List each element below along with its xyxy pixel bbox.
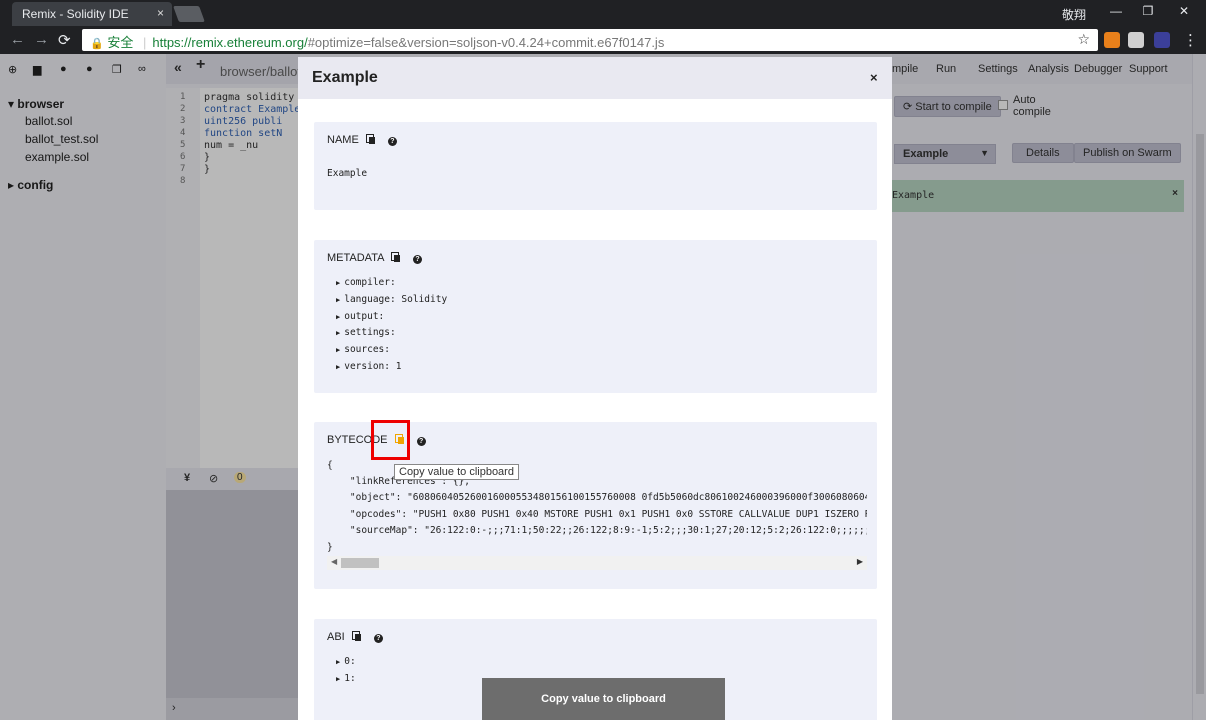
caret-right-icon: ▶	[336, 279, 341, 287]
help-icon[interactable]: ?	[416, 437, 426, 446]
json-brace-close: }	[327, 542, 333, 553]
caret-right-icon: ▶	[336, 329, 341, 337]
metadata-tree-item[interactable]: ▶ language: Solidity	[336, 294, 447, 305]
secure-label: 安全	[107, 35, 134, 50]
caret-right-icon: ▶	[336, 675, 341, 683]
address-bar[interactable]: 🔒 安全 | https://remix.ethereum.org/#optimi…	[82, 29, 1098, 51]
copy-toast: Copy value to clipboard	[482, 678, 725, 720]
abi-item-label: 0:	[344, 656, 356, 667]
caret-right-icon: ▶	[336, 658, 341, 666]
browser-menu-icon[interactable]: ⋮	[1183, 31, 1198, 49]
help-icon[interactable]: ?	[412, 255, 422, 264]
lock-icon: 🔒	[90, 38, 104, 50]
copy-highlight-box	[371, 420, 410, 460]
name-section-title: NAME ?	[327, 134, 397, 146]
browser-toolbar: ← → ⟳ 🔒 安全 | https://remix.ethereum.org/#…	[0, 26, 1206, 54]
abi-label: ABI	[327, 631, 345, 643]
extension-icon[interactable]	[1128, 32, 1144, 48]
name-section: NAME ? Example	[314, 122, 877, 210]
minimize-icon[interactable]: —	[1106, 4, 1126, 18]
url-host: https://remix.ethereum.org/	[152, 35, 308, 50]
caret-right-icon: ▶	[336, 296, 341, 304]
bytecode-horizontal-scrollbar[interactable]: ◀ ▶	[327, 556, 867, 570]
copy-icon[interactable]	[365, 134, 375, 144]
name-value: Example	[327, 168, 368, 179]
omnibox-divider: |	[142, 35, 147, 50]
scroll-right-icon[interactable]: ▶	[857, 557, 863, 566]
profile-name[interactable]: 敬翔	[1062, 6, 1086, 23]
scroll-left-icon[interactable]: ◀	[331, 557, 337, 566]
abi-tree-item[interactable]: ▶ 0:	[336, 656, 356, 667]
metadata-item-label: sources:	[344, 344, 390, 355]
browser-tab-strip: Remix - Solidity IDE × 敬翔 — ❐ ✕	[0, 0, 1206, 26]
metadata-tree-item[interactable]: ▶ output:	[336, 311, 384, 322]
abi-section-title: ABI ?	[327, 631, 383, 643]
reload-icon[interactable]: ⟳	[58, 31, 71, 49]
abi-tree-item[interactable]: ▶ 1:	[336, 673, 356, 684]
forward-icon[interactable]: →	[34, 31, 49, 48]
copy-icon[interactable]	[390, 252, 400, 262]
metadata-tree-item[interactable]: ▶ compiler:	[336, 277, 396, 288]
metadata-item-label: output:	[344, 311, 385, 322]
modal-close-icon[interactable]: ×	[870, 70, 878, 85]
metadata-section-title: METADATA ?	[327, 252, 422, 264]
tab-close-icon[interactable]: ×	[157, 6, 164, 20]
modal-header: Example ×	[298, 57, 892, 99]
bytecode-object: "object": "60806040526001600055348015610…	[327, 492, 867, 503]
metadata-item-label: language: Solidity	[344, 294, 448, 305]
bookmark-star-icon[interactable]: ☆	[1077, 31, 1090, 48]
json-brace-open: {	[327, 460, 333, 471]
help-icon[interactable]: ?	[373, 634, 383, 643]
restore-icon[interactable]: ❐	[1138, 4, 1158, 18]
new-tab-button[interactable]	[173, 6, 205, 22]
scrollbar-thumb[interactable]	[341, 558, 379, 568]
caret-right-icon: ▶	[336, 346, 341, 354]
bytecode-source-map: "sourceMap": "26:122:0:-;;;71:1;50:22;;2…	[327, 525, 867, 536]
contract-details-modal: Example × NAME ? Example METADATA ? ▶ com…	[298, 57, 892, 720]
metadata-item-label: compiler:	[344, 277, 396, 288]
help-icon[interactable]: ?	[387, 137, 397, 146]
metadata-item-label: settings:	[344, 327, 396, 338]
copy-tooltip: Copy value to clipboard	[394, 464, 519, 480]
bytecode-opcodes: "opcodes": "PUSH1 0x80 PUSH1 0x40 MSTORE…	[327, 509, 867, 520]
back-icon[interactable]: ←	[10, 31, 25, 48]
url-rest: #optimize=false&version=soljson-v0.4.24+…	[307, 35, 665, 50]
window-close-icon[interactable]: ✕	[1174, 4, 1194, 18]
metadata-tree-item[interactable]: ▶ settings:	[336, 327, 396, 338]
browser-tab-title: Remix - Solidity IDE	[22, 7, 129, 21]
extension-icon-2[interactable]	[1154, 32, 1170, 48]
metadata-item-label: version: 1	[344, 361, 402, 372]
abi-item-label: 1:	[344, 673, 356, 684]
metadata-tree-item[interactable]: ▶ sources:	[336, 344, 390, 355]
modal-title: Example	[312, 69, 378, 86]
caret-right-icon: ▶	[336, 363, 341, 371]
browser-tab[interactable]: Remix - Solidity IDE ×	[12, 2, 172, 26]
metamask-extension-icon[interactable]	[1104, 32, 1120, 48]
metadata-section: METADATA ? ▶ compiler: ▶ language: Solidit…	[314, 240, 877, 393]
name-label: NAME	[327, 134, 359, 146]
metadata-label: METADATA	[327, 252, 384, 264]
copy-icon[interactable]	[351, 631, 361, 641]
caret-right-icon: ▶	[336, 313, 341, 321]
metadata-tree-item[interactable]: ▶ version: 1	[336, 361, 401, 372]
